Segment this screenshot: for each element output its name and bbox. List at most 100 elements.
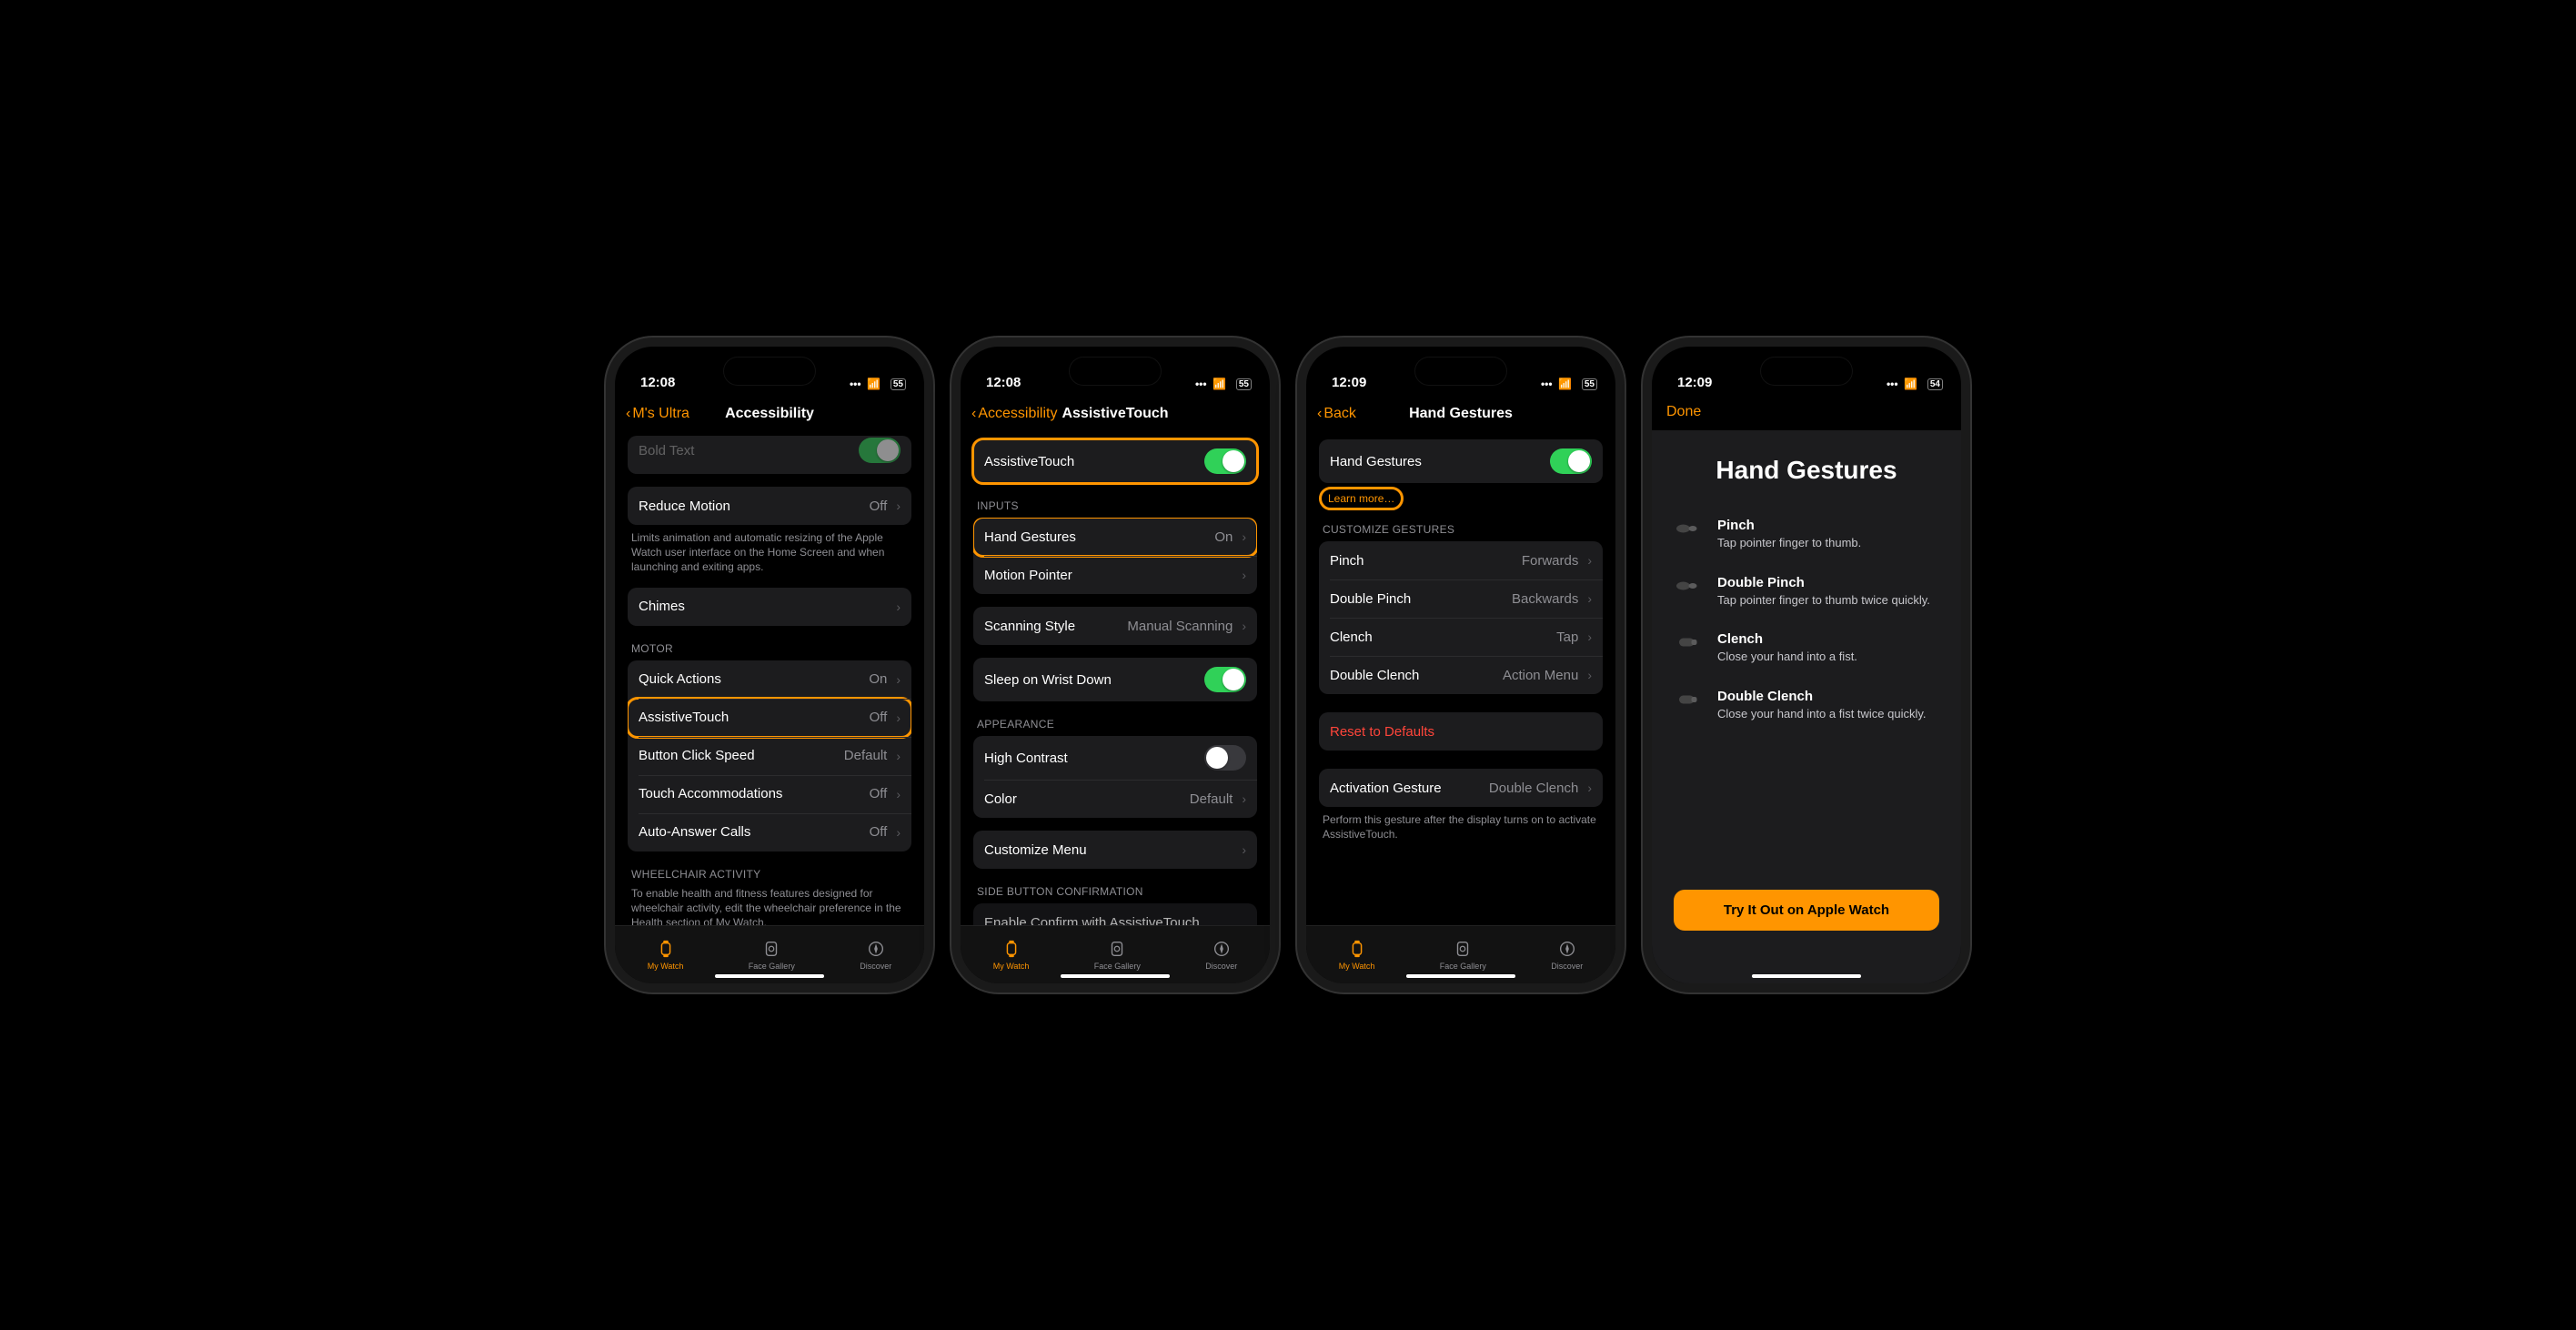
sleep-wrist-row[interactable]: Sleep on Wrist Down bbox=[973, 658, 1257, 701]
screen-hand-gestures-info: 12:09 ••• 📶 54 Done Hand Gestures PinchT… bbox=[1643, 338, 1970, 992]
activation-gesture-row[interactable]: Activation Gesture Double Clench › bbox=[1319, 769, 1603, 807]
status-time: 12:09 bbox=[1677, 375, 1712, 390]
hand-gestures-toggle-row[interactable]: Hand Gestures bbox=[1319, 439, 1603, 483]
motor-header: MOTOR bbox=[628, 626, 911, 660]
status-time: 12:08 bbox=[986, 375, 1021, 390]
gesture-clench: ClenchClose your hand into a fist. bbox=[1674, 631, 1939, 665]
customize-menu-row[interactable]: Customize Menu › bbox=[973, 831, 1257, 869]
back-button[interactable]: ‹ M's Ultra bbox=[626, 406, 689, 422]
side-button-header: SIDE BUTTON CONFIRMATION bbox=[973, 869, 1257, 903]
screen-hand-gestures-settings: 12:09 ••• 📶 55 ‹ Back Hand Gestures Hand… bbox=[1297, 338, 1625, 992]
nav-bar: ‹ M's Ultra Accessibility bbox=[615, 394, 924, 434]
wheelchair-footer: To enable health and fitness features de… bbox=[628, 886, 911, 925]
chevron-icon: › bbox=[896, 710, 901, 725]
tab-face-gallery[interactable]: Face Gallery bbox=[1094, 939, 1141, 971]
reduce-motion-row[interactable]: Reduce Motion Off › bbox=[628, 487, 911, 525]
bold-text-row[interactable]: Bold Text bbox=[628, 436, 911, 474]
home-indicator[interactable] bbox=[1406, 974, 1515, 978]
pinch-row[interactable]: Pinch Forwards › bbox=[1319, 541, 1603, 579]
status-icons: ••• 📶 55 bbox=[850, 378, 906, 390]
chevron-icon: › bbox=[1242, 619, 1246, 633]
chevron-icon: › bbox=[1242, 529, 1246, 544]
activation-footer: Perform this gesture after the display t… bbox=[1319, 807, 1603, 841]
try-it-button[interactable]: Try It Out on Apple Watch bbox=[1674, 890, 1939, 931]
tab-face-gallery[interactable]: Face Gallery bbox=[1440, 939, 1486, 971]
scanning-style-row[interactable]: Scanning Style Manual Scanning › bbox=[973, 607, 1257, 645]
page-title: Hand Gestures bbox=[1409, 406, 1513, 422]
double-pinch-row[interactable]: Double Pinch Backwards › bbox=[1319, 579, 1603, 618]
tab-face-gallery[interactable]: Face Gallery bbox=[749, 939, 795, 971]
learn-more-link[interactable]: Learn more… bbox=[1321, 489, 1402, 509]
gesture-double-clench: Double ClenchClose your hand into a fist… bbox=[1674, 689, 1939, 722]
tab-discover[interactable]: Discover bbox=[860, 939, 891, 971]
home-indicator[interactable] bbox=[1752, 974, 1861, 978]
chimes-row[interactable]: Chimes › bbox=[628, 588, 911, 626]
tab-discover[interactable]: Discover bbox=[1205, 939, 1237, 971]
touch-accommodations-row[interactable]: Touch Accommodations Off › bbox=[628, 775, 911, 813]
clench-row[interactable]: Clench Tap › bbox=[1319, 618, 1603, 656]
discover-icon bbox=[1557, 939, 1577, 959]
button-click-speed-row[interactable]: Button Click Speed Default › bbox=[628, 737, 911, 775]
reduce-motion-value: Off bbox=[870, 499, 891, 514]
back-button[interactable]: ‹ Back bbox=[1317, 406, 1356, 422]
quick-actions-row[interactable]: Quick Actions On › bbox=[628, 660, 911, 699]
dynamic-island bbox=[724, 358, 815, 385]
inputs-header: INPUTS bbox=[973, 483, 1257, 518]
tab-my-watch[interactable]: My Watch bbox=[1339, 939, 1375, 971]
chevron-icon: › bbox=[1587, 630, 1592, 644]
watch-icon bbox=[1347, 939, 1367, 959]
chevron-icon: › bbox=[1587, 591, 1592, 606]
screen-accessibility: 12:08 ••• 📶 55 ‹ M's Ultra Accessibility… bbox=[606, 338, 933, 992]
status-icons: ••• 📶 54 bbox=[1887, 378, 1943, 390]
tab-my-watch[interactable]: My Watch bbox=[993, 939, 1030, 971]
tab-my-watch[interactable]: My Watch bbox=[648, 939, 684, 971]
reduce-motion-label: Reduce Motion bbox=[639, 499, 730, 514]
reduce-motion-footer: Limits animation and automatic resizing … bbox=[628, 525, 911, 575]
status-icons: ••• 📶 55 bbox=[1541, 378, 1597, 390]
chevron-icon: › bbox=[896, 787, 901, 801]
chevron-icon: › bbox=[1587, 553, 1592, 568]
back-button[interactable]: ‹ Accessibility bbox=[971, 406, 1057, 422]
home-indicator[interactable] bbox=[715, 974, 824, 978]
assistivetouch-toggle[interactable] bbox=[1204, 448, 1246, 474]
status-time: 12:08 bbox=[640, 375, 675, 390]
sleep-wrist-toggle[interactable] bbox=[1204, 667, 1246, 692]
watch-icon bbox=[1001, 939, 1021, 959]
assistivetouch-row[interactable]: AssistiveTouch Off › bbox=[628, 699, 911, 737]
chevron-icon: › bbox=[1242, 842, 1246, 857]
color-row[interactable]: Color Default › bbox=[973, 780, 1257, 818]
chimes-label: Chimes bbox=[639, 599, 685, 614]
reset-defaults-row[interactable]: Reset to Defaults bbox=[1319, 712, 1603, 751]
auto-answer-row[interactable]: Auto-Answer Calls Off › bbox=[628, 813, 911, 851]
chevron-icon: › bbox=[896, 749, 901, 763]
pinch-icon bbox=[1674, 577, 1701, 595]
gesture-double-pinch: Double PinchTap pointer finger to thumb … bbox=[1674, 575, 1939, 609]
tab-discover[interactable]: Discover bbox=[1551, 939, 1583, 971]
battery-level: 55 bbox=[891, 378, 906, 390]
done-button[interactable]: Done bbox=[1666, 404, 1701, 420]
nav-bar: ‹ Accessibility AssistiveTouch bbox=[961, 394, 1270, 434]
page-title: AssistiveTouch bbox=[1062, 406, 1168, 422]
appearance-header: APPEARANCE bbox=[973, 701, 1257, 736]
assistivetouch-toggle-row[interactable]: AssistiveTouch bbox=[973, 439, 1257, 483]
dynamic-island bbox=[1761, 358, 1852, 385]
discover-icon bbox=[1212, 939, 1232, 959]
double-clench-row[interactable]: Double Clench Action Menu › bbox=[1319, 656, 1603, 694]
confirm-row[interactable]: Enable Confirm with AssistiveTouch bbox=[973, 903, 1257, 925]
chevron-icon: › bbox=[896, 499, 901, 513]
customize-header: CUSTOMIZE GESTURES bbox=[1319, 514, 1603, 541]
bold-text-toggle[interactable] bbox=[859, 438, 901, 463]
motion-pointer-row[interactable]: Motion Pointer › bbox=[973, 556, 1257, 594]
hand-gestures-row[interactable]: Hand Gestures On › bbox=[973, 518, 1257, 556]
watch-icon bbox=[656, 939, 676, 959]
gallery-icon bbox=[1453, 939, 1473, 959]
screen-assistivetouch: 12:08 ••• 📶 55 ‹ Accessibility Assistive… bbox=[951, 338, 1279, 992]
discover-icon bbox=[866, 939, 886, 959]
pinch-icon bbox=[1674, 519, 1701, 538]
dynamic-island bbox=[1070, 358, 1161, 385]
high-contrast-row[interactable]: High Contrast bbox=[973, 736, 1257, 780]
hand-gestures-toggle[interactable] bbox=[1550, 448, 1592, 474]
gallery-icon bbox=[1107, 939, 1127, 959]
home-indicator[interactable] bbox=[1061, 974, 1170, 978]
high-contrast-toggle[interactable] bbox=[1204, 745, 1246, 771]
